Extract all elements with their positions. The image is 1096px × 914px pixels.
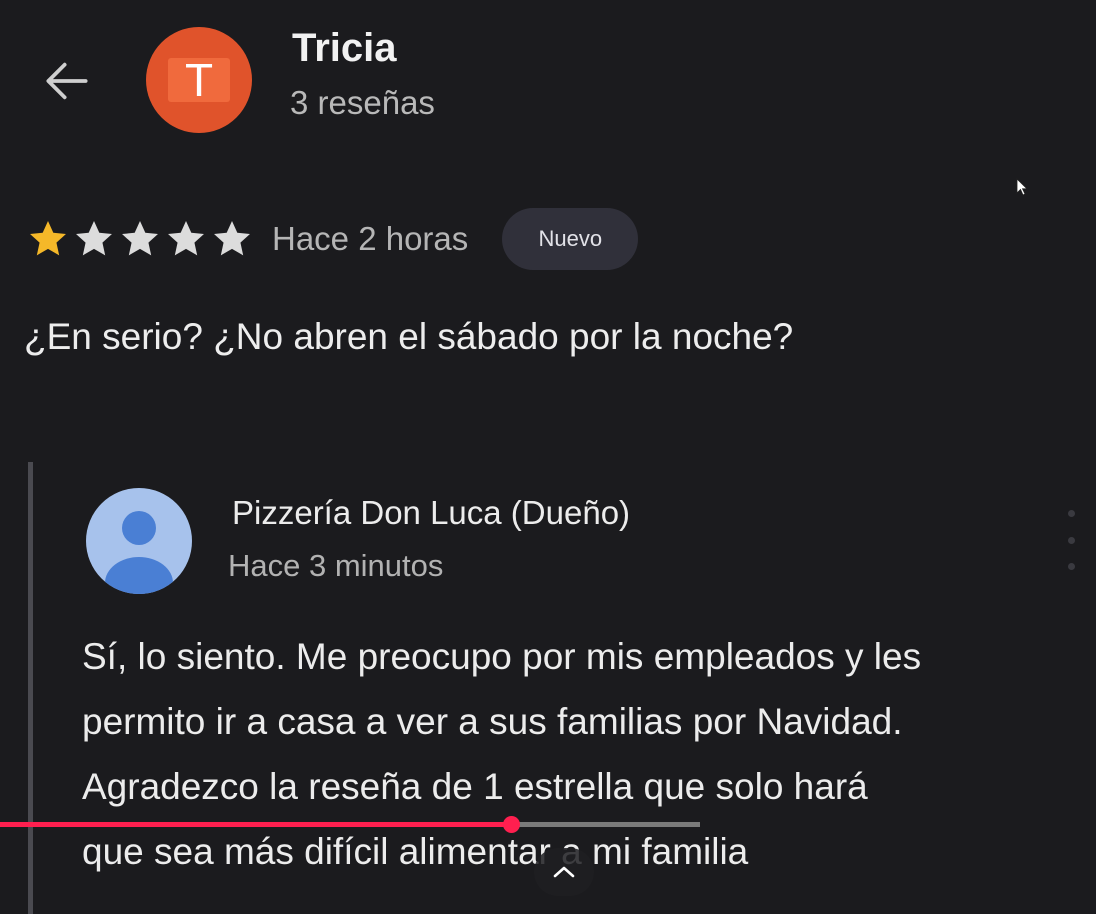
review-detail-screen: T Tricia 3 reseñas Hace 2 horas Nuevo ¿E… — [0, 0, 1096, 914]
rating-row: Hace 2 horas Nuevo — [26, 208, 639, 270]
reviewer-review-count: 3 reseñas — [290, 84, 435, 121]
reply-line: Agradezco la reseña de 1 estrella que so… — [82, 766, 868, 807]
arrow-left-icon — [46, 62, 88, 100]
star-empty-icon — [168, 221, 204, 256]
owner-reply-time: Hace 3 minutos — [228, 548, 444, 583]
person-icon — [105, 511, 173, 594]
back-button[interactable] — [36, 50, 98, 112]
reviewer-avatar[interactable]: T — [146, 27, 252, 133]
more-options-icon[interactable] — [1062, 510, 1080, 570]
reply-line: Sí, lo siento. Me preocupo por mis emple… — [82, 636, 922, 677]
video-progress-fill — [0, 822, 511, 827]
star-empty-icon — [122, 221, 158, 256]
reviewer-name[interactable]: Tricia — [292, 26, 397, 71]
review-text: ¿En serio? ¿No abren el sábado por la no… — [24, 316, 794, 357]
reviewer-avatar-letter: T — [168, 54, 230, 106]
star-empty-icon — [76, 221, 112, 256]
star-rating — [26, 217, 256, 261]
star-empty-icon — [214, 221, 250, 256]
owner-avatar — [86, 488, 192, 594]
reply-line: permito ir a casa a ver a sus familias p… — [82, 701, 903, 742]
owner-reply-text: Sí, lo siento. Me preocupo por mis emple… — [82, 624, 1092, 884]
reply-indent-bar — [28, 462, 33, 914]
expand-controls-button[interactable] — [534, 848, 594, 896]
chevron-up-icon — [553, 866, 575, 878]
review-time: Hace 2 horas — [272, 220, 469, 257]
new-badge: Nuevo — [502, 208, 639, 270]
owner-name: Pizzería Don Luca (Dueño) — [232, 494, 631, 531]
video-progress-handle[interactable] — [503, 816, 520, 833]
mouse-pointer-icon — [1016, 178, 1030, 203]
star-filled-icon — [30, 221, 66, 256]
video-progress-bar[interactable] — [0, 816, 700, 833]
